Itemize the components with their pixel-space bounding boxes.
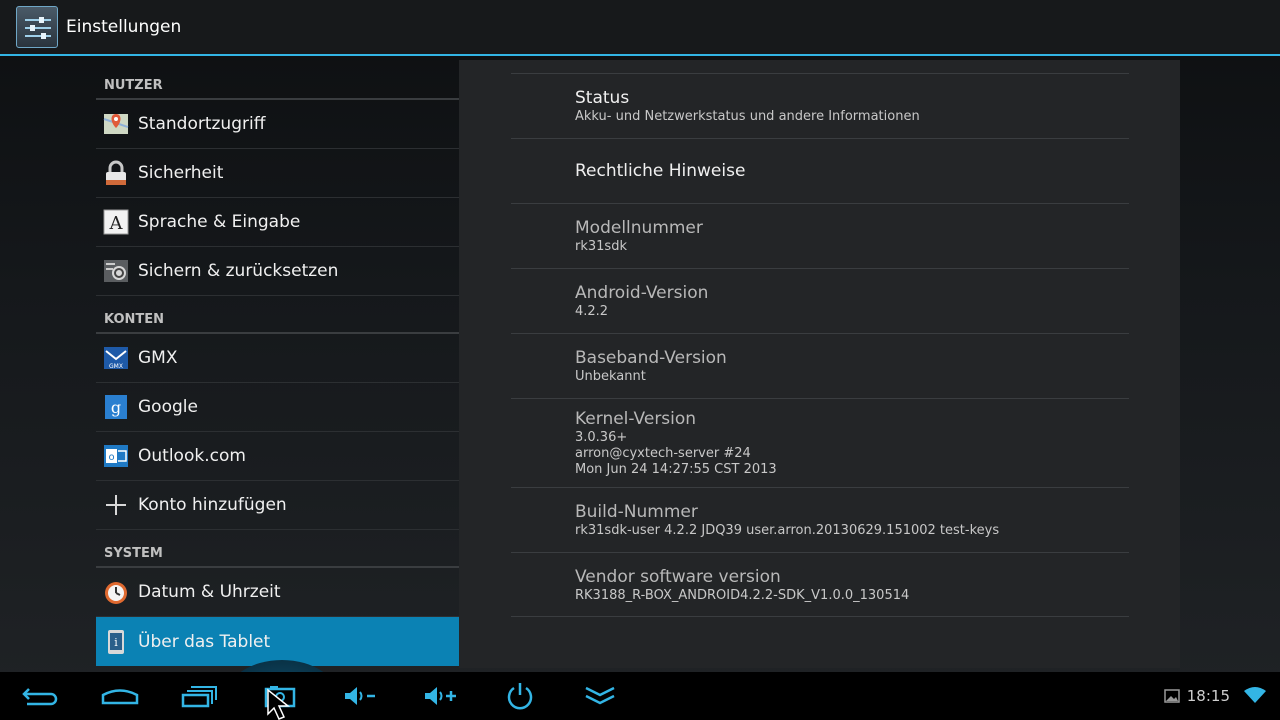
item-title: Kernel-Version (575, 409, 697, 429)
item-summary-line: Mon Jun 24 14:27:55 CST 2013 (575, 462, 777, 477)
about-item-baseband: Baseband-Version Unbekannt (511, 333, 1129, 398)
back-button[interactable] (10, 672, 70, 720)
volume-down-button[interactable] (330, 672, 390, 720)
about-item-build-number: Build-Nummer rk31sdk-user 4.2.2 JDQ39 us… (511, 487, 1129, 552)
svg-text:o: o (108, 452, 114, 463)
item-summary: RK3188_R-BOX_ANDROID4.2.2-SDK_V1.0.0_130… (575, 587, 910, 603)
item-title: Modellnummer (575, 218, 703, 238)
tablet-info-icon: i (102, 628, 130, 656)
mouse-cursor-icon (267, 688, 291, 720)
image-notification-icon (1164, 689, 1180, 703)
settings-item-about-tablet[interactable]: i Über das Tablet (96, 617, 459, 666)
settings-app-icon[interactable] (16, 6, 58, 48)
section-header-konten: KONTEN (96, 296, 459, 334)
location-map-icon (102, 110, 130, 138)
item-summary-line: 3.0.36+ (575, 430, 628, 445)
lock-icon (102, 159, 130, 187)
section-header-nutzer: NUTZER (96, 62, 459, 100)
power-button[interactable] (490, 672, 550, 720)
item-label: Outlook.com (138, 446, 246, 466)
item-label: Konto hinzufügen (138, 495, 287, 515)
item-label: Sprache & Eingabe (138, 212, 301, 232)
item-summary: Akku- und Netzwerkstatus und andere Info… (575, 109, 920, 124)
google-icon: g (102, 393, 130, 421)
about-tablet-panel: Status Akku- und Netzwerkstatus und ande… (459, 60, 1180, 668)
item-title: Build-Nummer (575, 502, 698, 522)
page-title: Einstellungen (66, 17, 182, 37)
recent-apps-button[interactable] (170, 672, 230, 720)
about-list: Status Akku- und Netzwerkstatus und ande… (511, 73, 1129, 617)
back-icon (22, 688, 58, 706)
status-clock: 18:15 (1186, 687, 1230, 705)
svg-text:i: i (114, 636, 118, 649)
item-title: Status (575, 88, 630, 108)
item-title: Rechtliche Hinweise (575, 161, 746, 181)
settings-item-location[interactable]: Standortzugriff (96, 100, 459, 149)
svg-text:g: g (111, 398, 121, 417)
home-icon (101, 689, 139, 705)
item-summary: rk31sdk (575, 239, 627, 254)
item-summary: rk31sdk-user 4.2.2 JDQ39 user.arron.2013… (575, 523, 1000, 538)
outlook-icon: o (102, 442, 130, 470)
collapse-icon (585, 686, 615, 705)
about-item-vendor-version: Vendor software version RK3188_R-BOX_AND… (511, 552, 1129, 617)
item-label: Sicherheit (138, 163, 224, 183)
item-title: Vendor software version (575, 566, 781, 587)
settings-item-date-time[interactable]: Datum & Uhrzeit (96, 568, 459, 617)
settings-item-gmx[interactable]: GMX GMX (96, 334, 459, 383)
action-bar: Einstellungen (0, 0, 1280, 56)
settings-item-outlook[interactable]: o Outlook.com (96, 432, 459, 481)
item-label: Sichern & zurücksetzen (138, 261, 339, 281)
navigation-bar: 18:15 (0, 672, 1280, 720)
backup-reset-icon (102, 257, 130, 285)
item-label: Google (138, 397, 198, 417)
svg-text:GMX: GMX (109, 363, 123, 370)
item-summary: Unbekannt (575, 369, 646, 384)
clock-icon (102, 578, 130, 606)
gmx-mail-icon: GMX (102, 344, 130, 372)
volume-up-button[interactable] (410, 672, 470, 720)
item-label: Standortzugriff (138, 114, 266, 134)
settings-headers-list: NUTZER Standortzugriff Sicherheit A Spra… (96, 62, 459, 666)
about-item-status[interactable]: Status Akku- und Netzwerkstatus und ande… (511, 73, 1129, 138)
item-label: Über das Tablet (138, 631, 271, 652)
about-item-legal[interactable]: Rechtliche Hinweise (511, 138, 1129, 203)
about-item-android-version: Android-Version 4.2.2 (511, 268, 1129, 333)
item-summary: 4.2.2 (575, 304, 609, 319)
item-label: GMX (138, 348, 178, 368)
item-title: Android-Version (575, 283, 709, 303)
svg-text:A: A (109, 213, 124, 234)
settings-item-google[interactable]: g Google (96, 383, 459, 432)
collapse-button[interactable] (570, 672, 630, 720)
recent-apps-icon (181, 686, 217, 708)
language-a-icon: A (102, 208, 130, 236)
settings-item-backup[interactable]: Sichern & zurücksetzen (96, 247, 459, 296)
plus-icon (102, 491, 130, 519)
power-icon (507, 683, 533, 710)
volume-up-icon (425, 687, 456, 705)
wifi-icon (1244, 687, 1266, 703)
item-label: Datum & Uhrzeit (138, 582, 281, 602)
about-item-kernel: Kernel-Version 3.0.36+ arron@cyxtech-ser… (511, 398, 1129, 487)
settings-item-security[interactable]: Sicherheit (96, 149, 459, 198)
item-title: Baseband-Version (575, 348, 727, 368)
section-header-system: SYSTEM (96, 530, 459, 568)
item-summary-line: arron@cyxtech-server #24 (575, 446, 751, 461)
about-item-model: Modellnummer rk31sdk (511, 203, 1129, 268)
settings-item-language[interactable]: A Sprache & Eingabe (96, 198, 459, 247)
home-button[interactable] (90, 672, 150, 720)
settings-item-add-account[interactable]: Konto hinzufügen (96, 481, 459, 530)
screen: Einstellungen NUTZER Standortzugriff Sic… (0, 0, 1280, 720)
volume-down-icon (345, 687, 375, 705)
